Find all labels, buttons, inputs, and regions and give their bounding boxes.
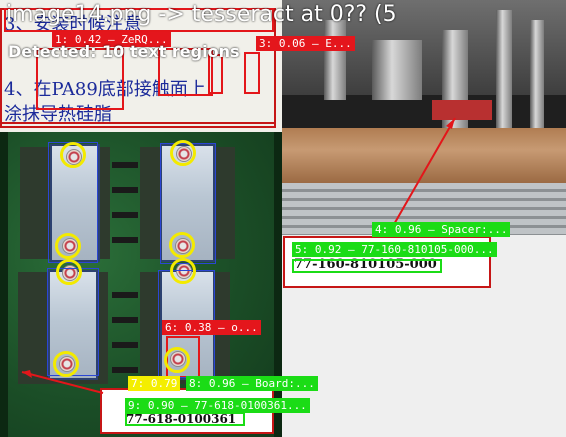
- arrow-head: [446, 118, 455, 129]
- detection-ring: [169, 232, 195, 258]
- detection-box-5: [292, 259, 442, 273]
- detection-ring: [164, 347, 190, 373]
- detection-label-9: 9: 0.90 — 77-618-0100361...: [125, 398, 310, 413]
- detection-label-3: 3: 0.06 — E...: [256, 36, 355, 51]
- arrow-spacer: [388, 117, 456, 234]
- detection-ring: [60, 142, 86, 168]
- detection-label-5: 5: 0.92 — 77-160-810105-000...: [292, 242, 497, 257]
- detection-label-6: 6: 0.38 — o...: [162, 320, 261, 335]
- detection-label-4: 4: 0.96 — Spacer:...: [372, 222, 511, 237]
- detection-ring: [170, 258, 196, 284]
- detection-ring: [56, 259, 82, 285]
- arrow-head: [22, 370, 32, 378]
- screenshot-canvas: 3、安装时候注意 4、在PA89底部接触面上 涂抹导热硅脂 77-160-810…: [0, 0, 566, 437]
- detection-status: Detected: 10 text regions: [8, 42, 240, 61]
- title-overlay: image14.png -> tesseract at 0?? (5: [6, 2, 397, 27]
- detection-ring: [55, 233, 81, 259]
- detection-label-7: 7: 0.79: [128, 376, 181, 391]
- detection-label-8: 8: 0.96 — Board:...: [186, 376, 318, 391]
- detection-box-9: [125, 412, 245, 426]
- detection-ring: [53, 351, 79, 377]
- detection-ring: [170, 140, 196, 166]
- detection-box: [244, 52, 260, 94]
